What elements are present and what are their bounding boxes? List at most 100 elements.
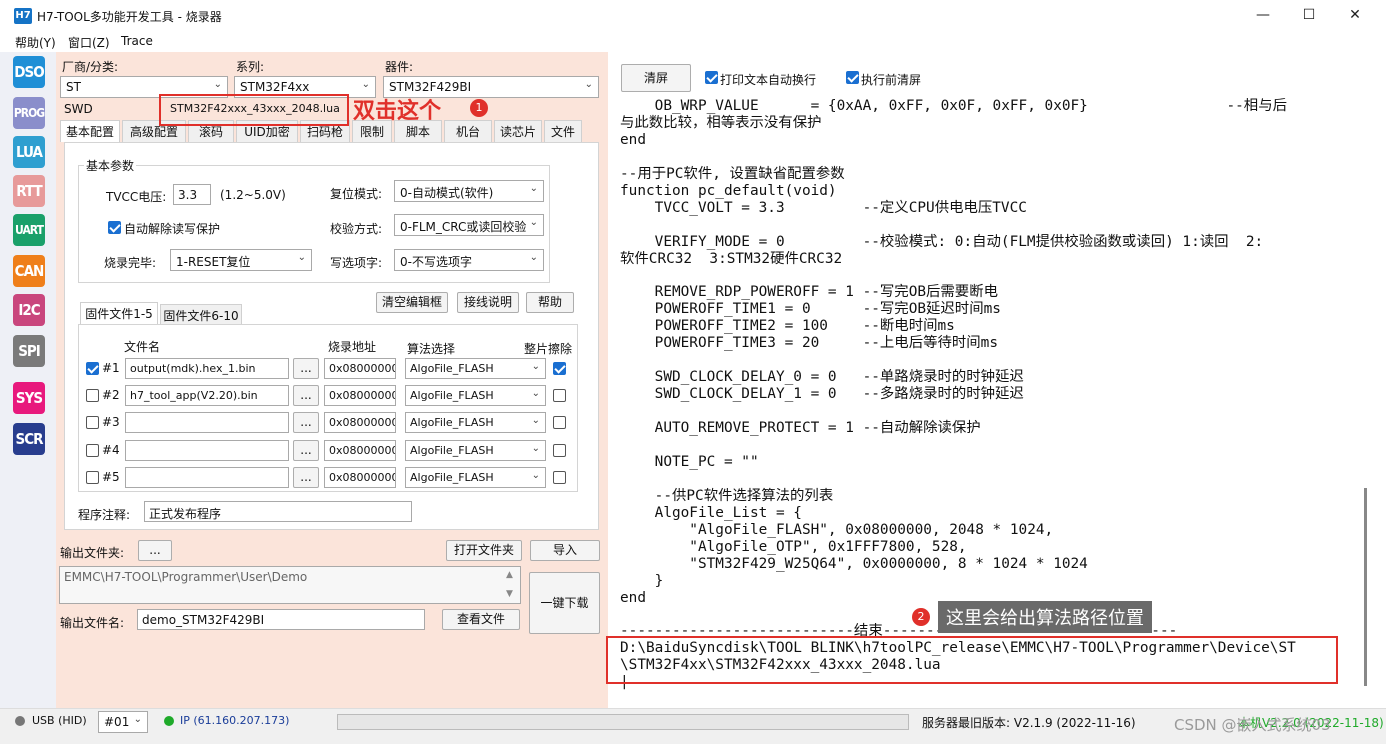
tab-9[interactable]: 文件 [544, 120, 582, 142]
tab-0[interactable]: 基本配置 [60, 120, 120, 142]
scrollbar-thumb[interactable] [1364, 488, 1367, 686]
tvcc-input[interactable]: 3.3 [173, 184, 211, 205]
clear-before-checkbox[interactable] [846, 71, 859, 84]
sidebar-scr-button[interactable]: SCR [13, 423, 45, 455]
code-line: NOTE_PC = "" [620, 453, 759, 470]
file-algo-select[interactable]: AlgoFile_FLASH ⌄ [405, 440, 546, 461]
file-address-input[interactable]: 0x08000000 [324, 385, 396, 406]
clear-before-label: 执行前清屏 [861, 73, 922, 87]
wiring-button[interactable]: 接线说明 [457, 292, 519, 313]
code-line: end [620, 589, 646, 606]
erase-checkbox[interactable] [553, 471, 566, 484]
wrap-checkbox[interactable] [705, 71, 718, 84]
device-label: 器件: [385, 60, 414, 74]
sidebar-spi-button[interactable]: SPI [13, 335, 45, 367]
sidebar-prog-button[interactable]: PROG [13, 97, 45, 129]
file-browse-button[interactable]: ... [293, 467, 319, 488]
file-name-input[interactable]: h7_tool_app(V2.20).bin [125, 385, 289, 406]
file-browse-button[interactable]: ... [293, 440, 319, 461]
file-index: #1 [102, 361, 120, 375]
file-browse-button[interactable]: ... [293, 358, 319, 379]
file-algo-select[interactable]: AlgoFile_FLASH ⌄ [405, 412, 546, 433]
scroll-up-icon[interactable]: ▲ [506, 570, 513, 580]
code-line: POWEROFF_TIME1 = 0 --写完OB延迟时间ms [620, 301, 1001, 318]
vendor-value: ST [66, 80, 81, 94]
file-name-input[interactable] [125, 412, 289, 433]
file-name-input[interactable] [125, 467, 289, 488]
code-line: OB_WRP_VALUE = {0xAA, 0xFF, 0x0F, 0xFF, … [620, 98, 1287, 114]
browse-folder-button[interactable]: ... [138, 540, 172, 561]
minimize-button[interactable]: — [1240, 0, 1286, 32]
server-version: 服务器最旧版本: V2.1.9 (2022-11-16) [922, 716, 1136, 730]
group-title: 基本参数 [84, 157, 137, 174]
sidebar-uart-button[interactable]: UART [13, 214, 45, 246]
erase-checkbox[interactable] [553, 416, 566, 429]
code-line: --用于PC软件, 设置缺省配置参数 [620, 165, 845, 182]
file-address-input[interactable]: 0x08000000 [324, 467, 396, 488]
algo-value: AlgoFile_FLASH [410, 471, 494, 484]
maximize-button[interactable]: ☐ [1286, 0, 1332, 32]
file-address-input[interactable]: 0x08000000 [324, 358, 396, 379]
tab-7[interactable]: 机台 [444, 120, 492, 142]
sidebar-rtt-button[interactable]: RTT [13, 175, 45, 207]
chevron-down-icon: ⌄ [529, 183, 538, 194]
open-folder-button[interactable]: 打开文件夹 [446, 540, 522, 561]
output-path[interactable]: EMMC\H7-TOOL\Programmer\User\Demo [59, 566, 521, 604]
file-algo-select[interactable]: AlgoFile_FLASH ⌄ [405, 385, 546, 406]
tab-files-6-10[interactable]: 固件文件6-10 [160, 304, 242, 326]
after-select[interactable]: 1-RESET复位 ⌄ [170, 249, 312, 271]
file-address-input[interactable]: 0x08000000 [324, 412, 396, 433]
after-value: 1-RESET复位 [176, 255, 251, 269]
erase-checkbox[interactable] [553, 389, 566, 402]
file-enable-checkbox[interactable] [86, 389, 99, 402]
file-enable-checkbox[interactable] [86, 471, 99, 484]
file-name-input[interactable]: output(mdk).hex_1.bin [125, 358, 289, 379]
file-browse-button[interactable]: ... [293, 412, 319, 433]
tab-8[interactable]: 读芯片 [494, 120, 542, 142]
erase-checkbox[interactable] [553, 444, 566, 457]
sidebar-lua-button[interactable]: LUA [13, 136, 45, 168]
clear-screen-button[interactable]: 清屏 [621, 64, 691, 92]
file-enable-checkbox[interactable] [86, 416, 99, 429]
file-index: #5 [102, 470, 120, 484]
reset-select[interactable]: 0-自动模式(软件) ⌄ [394, 180, 544, 202]
file-index: #4 [102, 443, 120, 457]
option-label: 写选项字: [330, 256, 383, 270]
file-name-input[interactable] [125, 440, 289, 461]
code-line: VERIFY_MODE = 0 --校验模式: 0:自动(FLM提供校验函数或读… [620, 233, 1264, 250]
auto-unprotect-checkbox[interactable] [108, 221, 121, 234]
file-browse-button[interactable]: ... [293, 385, 319, 406]
code-line: POWEROFF_TIME2 = 100 --断电时间ms [620, 318, 955, 335]
view-file-button[interactable]: 查看文件 [442, 609, 520, 630]
sidebar-dso-button[interactable]: DSO [13, 56, 45, 88]
code-line: SWD_CLOCK_DELAY_1 = 0 --多路烧录时的时钟延迟 [620, 386, 1024, 403]
one-click-download-button[interactable]: 一键下载 [529, 572, 600, 634]
code-line: TVCC_VOLT = 3.3 --定义CPU供电电压TVCC [620, 199, 1027, 216]
port-select[interactable]: #01 ⌄ [98, 711, 148, 733]
file-algo-select[interactable]: AlgoFile_FLASH ⌄ [405, 358, 546, 379]
output-file-input[interactable]: demo_STM32F429BI [137, 609, 425, 630]
help-button[interactable]: 帮助 [526, 292, 574, 313]
code-line: AlgoFile_List = { [620, 504, 802, 521]
file-enable-checkbox[interactable] [86, 362, 99, 375]
verify-select[interactable]: 0-FLM_CRC或读回校验 ⌄ [394, 214, 544, 236]
menu-help[interactable]: 帮助(Y) [15, 34, 56, 51]
file-address-input[interactable]: 0x08000000 [324, 440, 396, 461]
menu-window[interactable]: 窗口(Z) [68, 34, 110, 51]
sidebar-sys-button[interactable]: SYS [13, 382, 45, 414]
menu-trace[interactable]: Trace [121, 34, 153, 48]
close-button[interactable]: ✕ [1332, 0, 1378, 32]
scroll-down-icon[interactable]: ▼ [506, 589, 513, 599]
usb-status-icon [15, 716, 25, 726]
erase-checkbox[interactable] [553, 362, 566, 375]
clear-edit-button[interactable]: 清空编辑框 [376, 292, 448, 313]
file-enable-checkbox[interactable] [86, 444, 99, 457]
tab-files-1-5[interactable]: 固件文件1-5 [80, 302, 158, 324]
file-algo-select[interactable]: AlgoFile_FLASH ⌄ [405, 467, 546, 488]
import-button[interactable]: 导入 [530, 540, 600, 561]
note-input[interactable]: 正式发布程序 [144, 501, 412, 522]
verify-value: 0-FLM_CRC或读回校验 [400, 220, 527, 234]
sidebar-i2c-button[interactable]: I2C [13, 294, 45, 326]
option-select[interactable]: 0-不写选项字 ⌄ [394, 249, 544, 271]
sidebar-can-button[interactable]: CAN [13, 255, 45, 287]
